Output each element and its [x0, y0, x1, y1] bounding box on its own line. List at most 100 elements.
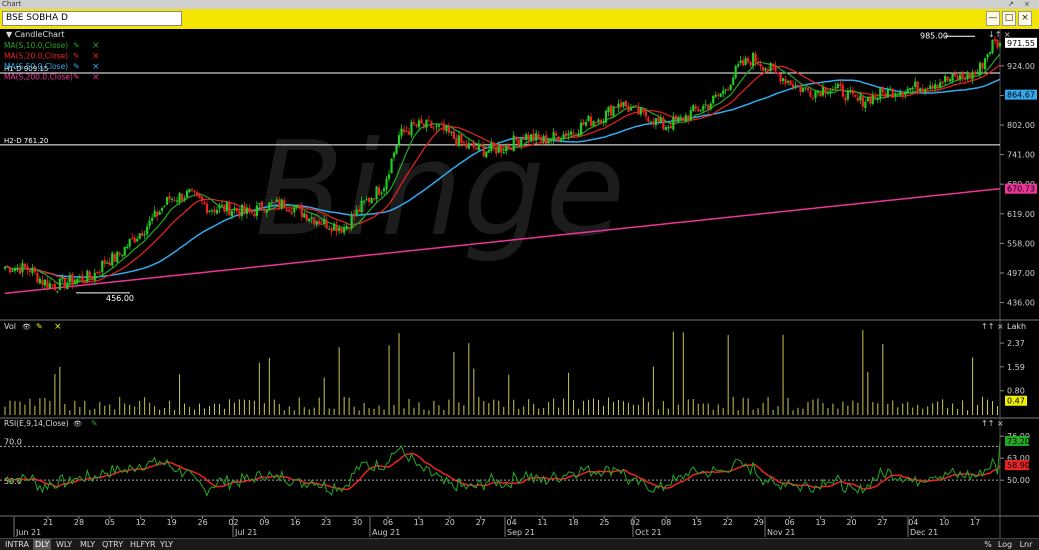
- candle-body: [866, 96, 869, 102]
- candle-body: [607, 106, 610, 112]
- candle-body: [295, 205, 298, 207]
- candle-body: [749, 62, 752, 66]
- candle-body: [682, 117, 685, 121]
- candle-body: [854, 94, 857, 97]
- candlechart-header: ▼ CandleChart: [6, 30, 64, 39]
- x-axis-day-label: 13: [816, 518, 826, 527]
- candle-body: [619, 102, 623, 108]
- x-axis-day-label: 21: [43, 518, 53, 527]
- symbol-input[interactable]: BSE SOBHA D: [2, 11, 182, 26]
- x-axis-day-label: 02: [630, 518, 640, 527]
- candle-body: [871, 95, 874, 104]
- candle-body: [555, 133, 558, 136]
- watermark-text: Binge: [255, 113, 625, 265]
- candle-body: [16, 267, 19, 270]
- candle-body: [205, 203, 209, 214]
- window-close-icon[interactable]: ×: [1024, 0, 1030, 9]
- candle-body: [789, 80, 792, 85]
- timeframe-bar: INTRA DLY WLY MLY QTRY HLFYR YLY % Log L…: [0, 538, 1039, 550]
- candle-body: [223, 204, 226, 212]
- candle-body: [275, 199, 278, 202]
- candle-body: [796, 85, 800, 87]
- candle-body: [757, 61, 760, 65]
- candle-body: [462, 142, 465, 144]
- candle-body: [752, 52, 755, 66]
- candle-body: [133, 237, 136, 243]
- candle-body: [542, 136, 545, 143]
- candle-body: [804, 87, 807, 89]
- x-axis-day-label: 27: [877, 518, 887, 527]
- candle-body: [445, 126, 448, 132]
- candle-body: [639, 107, 643, 115]
- candle-body: [21, 263, 24, 273]
- candle-body: [557, 136, 560, 142]
- candle-body: [869, 96, 872, 104]
- candle-body: [385, 178, 388, 190]
- candle-body: [402, 129, 406, 133]
- candle-body: [677, 117, 680, 122]
- candle-body: [412, 122, 416, 124]
- candle-body: [669, 125, 672, 129]
- candle-body: [592, 120, 595, 127]
- chart-area[interactable]: Binge924.00863.00802.00741.00680.00619.0…: [0, 29, 1039, 538]
- candle-body: [148, 220, 151, 226]
- indicator-label-4: MA(S,200.0,Close): [4, 73, 73, 82]
- candle-body: [308, 218, 311, 222]
- scale-percent-button[interactable]: %: [982, 539, 994, 550]
- candle-body: [138, 233, 141, 239]
- price-y-tick-label: 741.00: [1007, 151, 1035, 160]
- timeframe-dly[interactable]: DLY: [33, 539, 52, 550]
- close-button[interactable]: ×: [1018, 11, 1032, 26]
- candle-body: [939, 82, 942, 88]
- candle-body: [260, 201, 263, 211]
- candle-body: [959, 74, 962, 80]
- candle-body: [719, 93, 722, 97]
- candle-body: [51, 284, 54, 286]
- timeframe-hlfyr[interactable]: HLFYR: [128, 539, 158, 550]
- candle-body: [430, 121, 433, 128]
- candle-body: [769, 62, 772, 71]
- candle-body: [240, 204, 244, 217]
- scale-linear-button[interactable]: Lnr: [1016, 539, 1036, 550]
- candle-body: [968, 72, 972, 79]
- candle-body: [926, 88, 929, 90]
- maximize-button[interactable]: □: [1002, 11, 1016, 26]
- candle-body: [906, 88, 909, 93]
- candle-body: [540, 137, 543, 142]
- scale-log-button[interactable]: Log: [996, 539, 1014, 550]
- candle-body: [170, 198, 174, 200]
- timeframe-intra[interactable]: INTRA: [3, 539, 31, 550]
- candle-body: [717, 94, 720, 96]
- candle-body: [210, 210, 214, 212]
- candle-body: [417, 120, 421, 128]
- candle-body: [954, 74, 957, 77]
- candle-body: [457, 135, 460, 147]
- candle-body: [163, 205, 166, 207]
- candle-body: [530, 134, 533, 141]
- candle-body: [819, 91, 822, 97]
- timeframe-qtry[interactable]: QTRY: [100, 539, 125, 550]
- timeframe-mly[interactable]: MLY: [78, 539, 97, 550]
- timeframe-yly[interactable]: YLY: [158, 539, 175, 550]
- timeframe-wly[interactable]: WLY: [54, 539, 74, 550]
- candle-body: [889, 88, 892, 90]
- candle-body: [520, 138, 523, 147]
- candle-body: [976, 73, 979, 75]
- candle-body: [564, 133, 568, 137]
- candle-body: [851, 90, 854, 94]
- volume-unit-label: Lakh: [1007, 322, 1026, 331]
- candle-body: [118, 252, 121, 255]
- candle-body: [377, 187, 381, 195]
- candle-body: [183, 198, 186, 200]
- candle-body: [791, 84, 795, 88]
- candle-body: [761, 67, 765, 71]
- candle-body: [63, 278, 66, 288]
- candle-body: [477, 143, 480, 151]
- volume-panel-header: Vol: [4, 322, 16, 331]
- candle-body: [517, 139, 520, 146]
- candle-body: [949, 79, 952, 82]
- window-restore-icon[interactable]: ↗: [1008, 0, 1014, 9]
- candle-body: [178, 193, 181, 202]
- candle-body: [931, 85, 934, 88]
- minimize-button[interactable]: —: [986, 11, 1000, 26]
